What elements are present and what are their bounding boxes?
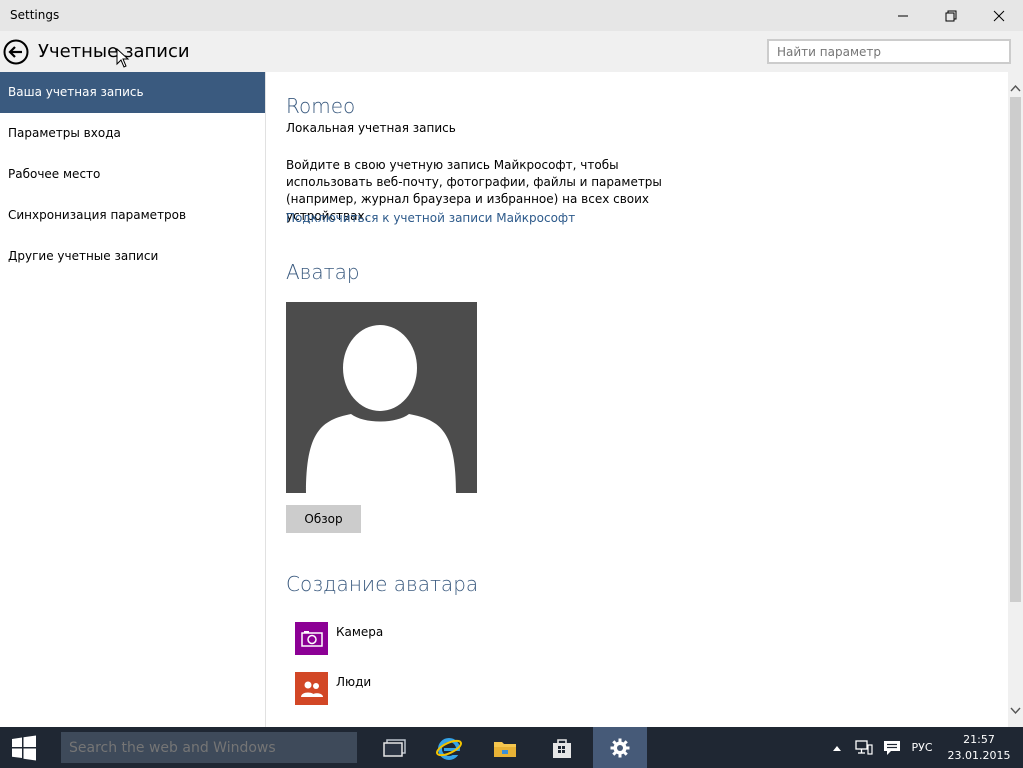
- taskbar-search-input[interactable]: [61, 732, 357, 763]
- close-icon: [993, 10, 1005, 21]
- network-icon: [855, 739, 873, 755]
- sidebar-item-other-accounts[interactable]: Другие учетные записи: [0, 236, 265, 277]
- sidebar-item-workplace[interactable]: Рабочее место: [0, 154, 265, 195]
- scroll-down-icon[interactable]: [1008, 703, 1023, 718]
- gear-icon: [610, 738, 630, 757]
- back-arrow-icon: [3, 39, 29, 65]
- show-hidden-icons-button[interactable]: [828, 727, 846, 768]
- task-view-icon: [383, 738, 406, 757]
- people-icon: [300, 681, 323, 697]
- sidebar-item-your-account[interactable]: Ваша учетная запись: [0, 72, 265, 113]
- sidebar: Ваша учетная запись Параметры входа Рабо…: [0, 72, 266, 727]
- close-button[interactable]: [976, 0, 1022, 31]
- store-bag-icon: [553, 738, 571, 758]
- chevron-up-icon: [833, 745, 841, 751]
- mouse-cursor-icon: [116, 48, 130, 68]
- network-button[interactable]: [852, 727, 876, 768]
- clock-date: 23.01.2015: [947, 749, 1011, 762]
- camera-icon: [300, 630, 323, 647]
- title-bar: Settings: [0, 0, 1023, 31]
- create-avatar-heading: Создание аватара: [286, 572, 479, 596]
- language-indicator[interactable]: РУС: [906, 727, 938, 768]
- windows-logo-icon: [12, 735, 36, 760]
- window-title: Settings: [10, 8, 60, 22]
- taskbar-clock[interactable]: 21:57 23.01.2015: [940, 732, 1018, 764]
- page-header: Учетные записи: [0, 31, 1023, 72]
- minimize-button[interactable]: [880, 0, 926, 31]
- internet-explorer-icon: [436, 737, 462, 760]
- browse-button[interactable]: Обзор: [286, 505, 361, 533]
- connect-microsoft-account-link[interactable]: Подключиться к учетной записи Майкрософт: [286, 211, 575, 225]
- message-icon: [884, 740, 900, 755]
- minimize-icon: [898, 15, 908, 16]
- settings-search[interactable]: [767, 39, 1011, 64]
- scrollbar-thumb[interactable]: [1010, 97, 1021, 602]
- start-button[interactable]: [0, 727, 48, 768]
- avatar-heading: Аватар: [286, 260, 360, 284]
- avatar: [286, 302, 477, 493]
- task-view-button[interactable]: [368, 727, 422, 768]
- sidebar-item-sync-settings[interactable]: Синхронизация параметров: [0, 195, 265, 236]
- camera-app-tile[interactable]: [295, 622, 328, 655]
- internet-explorer-button[interactable]: [422, 727, 476, 768]
- sidebar-item-sign-in-options[interactable]: Параметры входа: [0, 113, 265, 154]
- taskbar: РУС 21:57 23.01.2015: [0, 727, 1023, 768]
- folder-icon: [494, 741, 516, 757]
- default-user-icon: [306, 325, 456, 493]
- clock-time: 21:57: [963, 733, 995, 746]
- restore-button[interactable]: [928, 0, 974, 31]
- main-content: Romeo Локальная учетная запись Войдите в…: [286, 72, 1006, 727]
- back-button[interactable]: [3, 39, 29, 65]
- search-input[interactable]: [769, 41, 1009, 63]
- page-title: Учетные записи: [38, 41, 190, 62]
- store-button[interactable]: [535, 727, 589, 768]
- account-type: Локальная учетная запись: [286, 121, 456, 135]
- scroll-up-icon[interactable]: [1008, 81, 1023, 96]
- vertical-scrollbar[interactable]: [1008, 72, 1023, 727]
- file-explorer-button[interactable]: [478, 727, 532, 768]
- people-app-label[interactable]: Люди: [336, 675, 371, 689]
- action-center-button[interactable]: [880, 727, 904, 768]
- people-app-tile[interactable]: [295, 672, 328, 705]
- restore-icon: [945, 10, 957, 21]
- user-name: Romeo: [286, 94, 356, 118]
- settings-taskbar-button[interactable]: [593, 727, 647, 768]
- taskbar-search[interactable]: [61, 732, 357, 763]
- camera-app-label[interactable]: Камера: [336, 625, 383, 639]
